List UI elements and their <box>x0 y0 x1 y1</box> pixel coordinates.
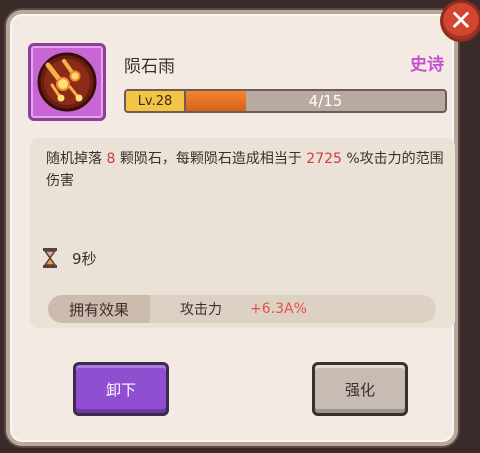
meteor-count: 8 <box>106 151 116 167</box>
meteor-shower-icon <box>37 52 97 112</box>
cooldown-text: 9秒 <box>72 249 97 268</box>
level-progress-bar: Lv.28 4/15 <box>124 89 447 113</box>
skill-name: 陨石雨 <box>124 57 175 77</box>
upgrade-button[interactable]: 强化 <box>312 362 408 416</box>
description-text: 颗陨石，每颗陨石造成相当于 <box>119 151 302 167</box>
owned-effect-stat: 攻击力 <box>180 302 222 318</box>
owned-effect-label: 拥有效果 <box>48 295 150 323</box>
hourglass-icon <box>43 248 57 268</box>
damage-percent: 2725 <box>306 151 342 167</box>
rarity-label: 史诗 <box>410 55 444 75</box>
close-icon: ✕ <box>449 4 473 37</box>
close-button[interactable]: ✕ <box>440 0 480 42</box>
skill-icon-frame <box>28 43 106 121</box>
level-progress-text: 4/15 <box>308 92 343 110</box>
owned-effect-value: +6.3A% <box>250 301 307 317</box>
skill-description: 随机掉落 8 颗陨石，每颗陨石造成相当于 2725 %攻击力的范围伤害 <box>46 148 446 192</box>
cooldown: 9秒 <box>42 248 97 268</box>
owned-effect-bar: 拥有效果 攻击力 +6.3A% <box>48 295 436 323</box>
description-text: 随机掉落 <box>46 151 102 167</box>
unequip-button[interactable]: 卸下 <box>73 362 169 416</box>
